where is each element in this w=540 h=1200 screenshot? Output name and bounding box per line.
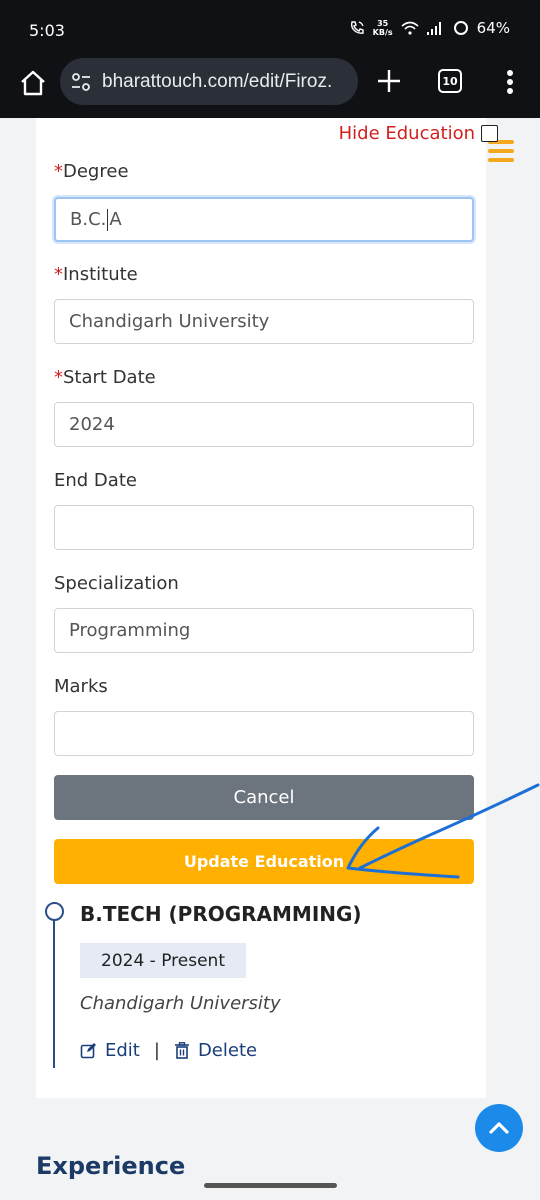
degree-label: *Degree xyxy=(54,161,129,182)
marks-label-text: Marks xyxy=(54,676,108,697)
edit-icon xyxy=(80,1043,96,1059)
status-time: 5:03 xyxy=(29,21,65,40)
edit-link[interactable]: Edit xyxy=(80,1040,140,1061)
required-marker: * xyxy=(54,264,63,285)
marks-label: Marks xyxy=(54,676,108,697)
battery-icon xyxy=(453,21,468,35)
delete-link-label: Delete xyxy=(197,1040,258,1061)
required-marker: * xyxy=(54,367,63,388)
text-caret xyxy=(107,208,109,231)
more-vert-icon[interactable] xyxy=(498,66,522,98)
edit-link-label: Edit xyxy=(105,1040,140,1061)
institute-input[interactable]: Chandigarh University xyxy=(54,299,474,344)
specialization-value: Programming xyxy=(69,620,191,641)
experience-heading: Experience xyxy=(36,1152,186,1180)
specialization-label: Specialization xyxy=(54,573,179,594)
chevron-up-icon xyxy=(489,1122,509,1134)
education-entry-dates: 2024 - Present xyxy=(80,943,246,978)
hide-education-toggle[interactable]: Hide Education xyxy=(339,123,498,144)
trash-icon xyxy=(174,1042,189,1059)
vowifi-call-icon xyxy=(350,21,364,34)
timeline-line xyxy=(53,920,55,1068)
cancel-button-label: Cancel xyxy=(233,787,295,808)
institute-value: Chandigarh University xyxy=(69,311,270,332)
required-marker: * xyxy=(54,161,63,182)
page-content: Hide Education *Degree B.C. A *Institute … xyxy=(0,118,540,1200)
net-speed-unit: KB/s xyxy=(372,28,393,37)
hide-education-checkbox[interactable] xyxy=(481,125,498,142)
start-date-label: *Start Date xyxy=(54,367,156,388)
institute-label-text: Institute xyxy=(63,264,138,285)
scroll-to-top-button[interactable] xyxy=(475,1104,523,1152)
start-date-input[interactable]: 2024 xyxy=(54,402,474,447)
url-text: bharattouch.com/edit/Firoz. xyxy=(102,70,333,92)
annotation-arrow xyxy=(346,783,540,879)
specialization-label-text: Specialization xyxy=(54,573,179,594)
browser-toolbar: bharattouch.com/edit/Firoz. 10 xyxy=(0,58,540,118)
start-date-label-text: Start Date xyxy=(63,367,156,388)
education-entry-institute: Chandigarh University xyxy=(80,993,281,1014)
marks-input[interactable] xyxy=(54,711,474,756)
tab-count: 10 xyxy=(442,74,458,88)
net-speed: 35 KB/s xyxy=(373,19,393,37)
address-bar[interactable]: bharattouch.com/edit/Firoz. xyxy=(60,58,358,105)
signal-icon xyxy=(426,22,441,35)
timeline-dot xyxy=(45,902,64,921)
end-date-label: End Date xyxy=(54,470,137,491)
education-entry-title: B.TECH (PROGRAMMING) xyxy=(80,902,362,926)
institute-label: *Institute xyxy=(54,264,138,285)
status-bar: 5:03 35 KB/s 64% xyxy=(0,0,540,58)
education-entry-actions: Edit | Delete xyxy=(80,1040,257,1061)
gesture-nav-handle[interactable] xyxy=(204,1183,337,1188)
battery-percent: 64% xyxy=(476,19,510,37)
degree-value-after-caret: A xyxy=(109,209,122,230)
status-icons: 35 KB/s 64% xyxy=(349,19,510,37)
degree-value-before-caret: B.C. xyxy=(70,209,107,230)
tabs-icon[interactable]: 10 xyxy=(438,69,462,93)
degree-input[interactable]: B.C. A xyxy=(54,197,474,242)
end-date-label-text: End Date xyxy=(54,470,137,491)
delete-link[interactable]: Delete xyxy=(174,1040,257,1061)
plus-icon[interactable] xyxy=(374,66,404,96)
end-date-input[interactable] xyxy=(54,505,474,550)
start-date-value: 2024 xyxy=(69,414,115,435)
specialization-input[interactable]: Programming xyxy=(54,608,474,653)
degree-label-text: Degree xyxy=(63,161,129,182)
update-education-button-label: Update Education xyxy=(183,852,345,871)
hide-education-label: Hide Education xyxy=(338,123,475,144)
home-icon[interactable] xyxy=(18,68,48,98)
net-speed-value: 35 xyxy=(377,19,389,28)
site-info-icon[interactable] xyxy=(70,71,92,93)
wifi-icon xyxy=(401,21,419,35)
actions-separator: | xyxy=(153,1040,160,1061)
